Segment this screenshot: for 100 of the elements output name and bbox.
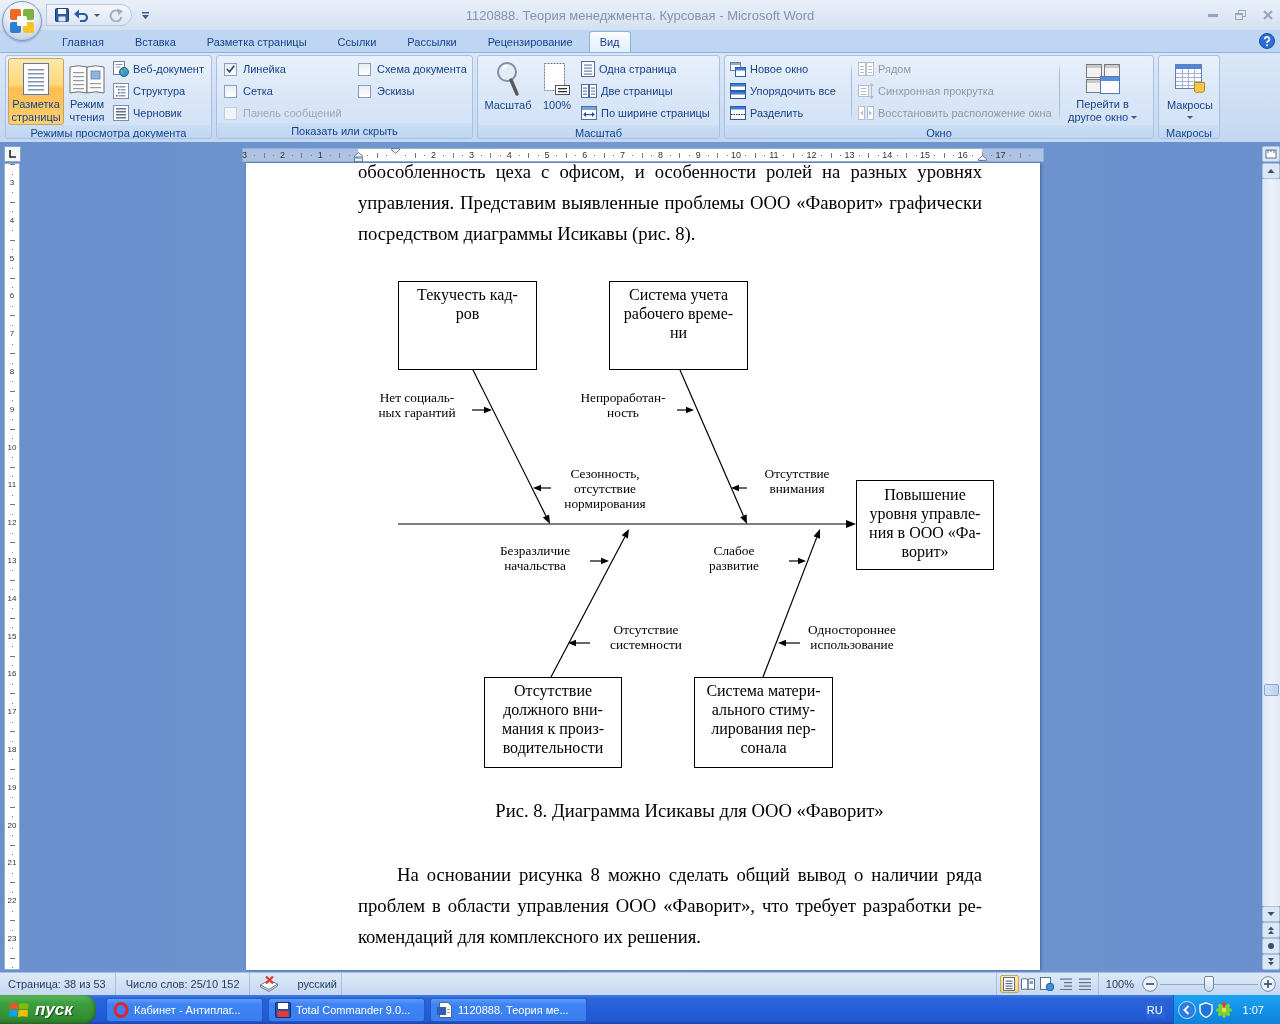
taskbar-button[interactable]: Total Commander 9.0... xyxy=(268,997,425,1022)
ribbon-button[interactable]: Структура xyxy=(112,81,207,101)
effect-box: Повышение уровня управле- ния в ООО «Фа- ворит» xyxy=(856,480,994,571)
close-icon[interactable] xyxy=(1263,10,1273,20)
view-button[interactable] xyxy=(999,975,1019,993)
ruler-number: 23 xyxy=(7,933,17,945)
checkbox[interactable] xyxy=(358,84,371,98)
globe-page-icon xyxy=(113,61,129,77)
ribbon-button[interactable]: Веб-документ xyxy=(112,59,207,79)
checkbox[interactable] xyxy=(224,84,237,98)
ribbon-button[interactable]: Перейти в другое окно xyxy=(1062,58,1143,125)
zoom-slider[interactable] xyxy=(1160,976,1258,992)
flower-icon[interactable] xyxy=(1215,1001,1232,1018)
ruler-number: 4 xyxy=(506,149,512,161)
ruler-number: 3 xyxy=(468,149,474,161)
cause-arrow xyxy=(589,558,609,565)
cause-arrow xyxy=(788,558,806,565)
ring-icon xyxy=(113,1001,129,1018)
help-icon[interactable] xyxy=(1259,33,1275,49)
ribbon-button[interactable]: По ширине страницы xyxy=(580,103,713,123)
checkbox-label[interactable]: Эскизы xyxy=(377,85,415,97)
vertical-ruler[interactable]: 3 4 5 6 7 8 9 10 11 12 13 14 15 16 17 18 19 20 21 22 23 xyxy=(4,163,20,970)
ribbon-button[interactable]: Новое окно xyxy=(729,59,847,79)
ruler-number: 2 xyxy=(279,149,285,161)
ribbon-button[interactable]: Масштаб xyxy=(480,58,536,125)
indent-marker-icon[interactable] xyxy=(391,148,401,154)
ruler-icon[interactable] xyxy=(1262,146,1280,162)
slider-thumb[interactable] xyxy=(1204,976,1214,992)
ribbon-tab[interactable]: Рассылки xyxy=(392,31,472,52)
plus-icon[interactable] xyxy=(1260,976,1276,992)
cause-arrow xyxy=(731,485,748,492)
start-button[interactable]: пуск xyxy=(0,995,96,1024)
arrows-windows-icon xyxy=(858,106,874,120)
ribbon-button[interactable]: Одна страница xyxy=(580,59,713,79)
window-title: 1120888. Теория менеджмента. Курсовая - Microsoft Word xyxy=(464,7,816,23)
indent-marker-icon[interactable] xyxy=(353,152,363,162)
two-pages-icon xyxy=(581,84,597,98)
ribbon-button[interactable]: 100% xyxy=(538,58,576,125)
ruler-number: 2 xyxy=(431,149,437,161)
ribbon-tab[interactable]: Рецензирование xyxy=(472,31,588,52)
ruler-number: 21 xyxy=(7,857,17,870)
ribbon-button[interactable]: Разметка страницы xyxy=(8,58,64,125)
scroll-thumb[interactable] xyxy=(1264,684,1279,696)
ruler-number: 13 xyxy=(844,149,855,161)
language-indicator[interactable]: RU xyxy=(1144,1001,1165,1018)
shield-icon[interactable] xyxy=(1198,1001,1213,1018)
cause-arrow xyxy=(568,640,591,647)
ribbon-tab[interactable]: Вид xyxy=(588,31,631,52)
cause-label: Сезонность, отсутствие нормирования xyxy=(563,466,647,512)
checkbox-label[interactable]: Линейка xyxy=(243,63,286,75)
view-button[interactable] xyxy=(1037,975,1057,993)
ruler-number: 18 xyxy=(7,744,17,756)
indent-marker-icon[interactable] xyxy=(977,155,987,161)
taskbar-button[interactable]: 1120888. Теория ме... xyxy=(430,997,587,1022)
ruler-number: 5 xyxy=(544,149,550,161)
tab-stop-icon[interactable] xyxy=(4,146,21,162)
book-cross-icon[interactable] xyxy=(259,976,278,992)
ribbon-button[interactable]: Две страницы xyxy=(580,81,713,101)
ribbon-tab[interactable]: Вставка xyxy=(119,31,191,52)
zoom-percent[interactable]: 100% xyxy=(1098,973,1142,995)
checkbox[interactable] xyxy=(224,62,237,76)
ruler-number: 7 xyxy=(620,149,626,161)
caret-icon xyxy=(94,13,100,17)
ribbon-button[interactable]: Макросы xyxy=(1161,58,1219,125)
ruler-number: 14 xyxy=(882,149,893,161)
horizontal-ruler[interactable]: 3 2 1 2 3 4 5 6 7 8 9 10 11 12 13 14 15 16 17 xyxy=(242,148,1044,162)
ribbon-button[interactable]: Упорядочить все xyxy=(729,81,847,101)
ruler-number: 15 xyxy=(920,149,930,161)
ruler-number: 15 xyxy=(7,630,17,643)
checkbox[interactable] xyxy=(358,62,371,76)
text-lines-icon xyxy=(113,105,129,121)
two-windows-icon xyxy=(730,61,746,77)
cause-label: Одностороннее использование xyxy=(807,622,897,653)
ribbon-tab[interactable]: Главная xyxy=(47,31,119,52)
undo-icon[interactable] xyxy=(74,8,89,22)
ribbon-tab[interactable]: Разметка страницы xyxy=(191,31,322,52)
ribbon-button[interactable]: Черновик xyxy=(112,103,207,123)
category-box: Система учета рабочего време- ни xyxy=(609,281,748,371)
ribbon-tab[interactable]: Ссылки xyxy=(322,31,392,52)
office-button[interactable] xyxy=(2,1,42,41)
taskbar-button[interactable]: Кабинет - Антиплаг... xyxy=(106,997,263,1022)
ruler-number: 4 xyxy=(9,214,15,227)
minus-icon[interactable] xyxy=(1142,976,1158,992)
ribbon-button[interactable]: Разделить xyxy=(729,103,847,123)
ruler-number: 10 xyxy=(7,441,17,454)
ruler-number: 13 xyxy=(7,555,17,567)
ruler-number: 16 xyxy=(957,149,968,161)
ruler-number: 22 xyxy=(7,895,17,908)
caret-icon[interactable] xyxy=(142,11,149,19)
chevron-icon[interactable] xyxy=(1177,1000,1196,1019)
checkbox-label[interactable]: Сетка xyxy=(243,85,273,97)
side-by-side-pages-icon xyxy=(858,62,874,76)
overlapping-windows-icon xyxy=(1085,63,1120,94)
outline-list-icon xyxy=(113,83,129,99)
restore-icon[interactable] xyxy=(1235,10,1246,20)
ruler-number: 14 xyxy=(7,592,17,605)
view-button[interactable] xyxy=(1018,975,1038,993)
ruler-number: 5 xyxy=(9,252,15,265)
checkbox-label[interactable]: Схема документа xyxy=(377,63,467,75)
ribbon-button[interactable]: Режим чтения xyxy=(66,58,108,125)
